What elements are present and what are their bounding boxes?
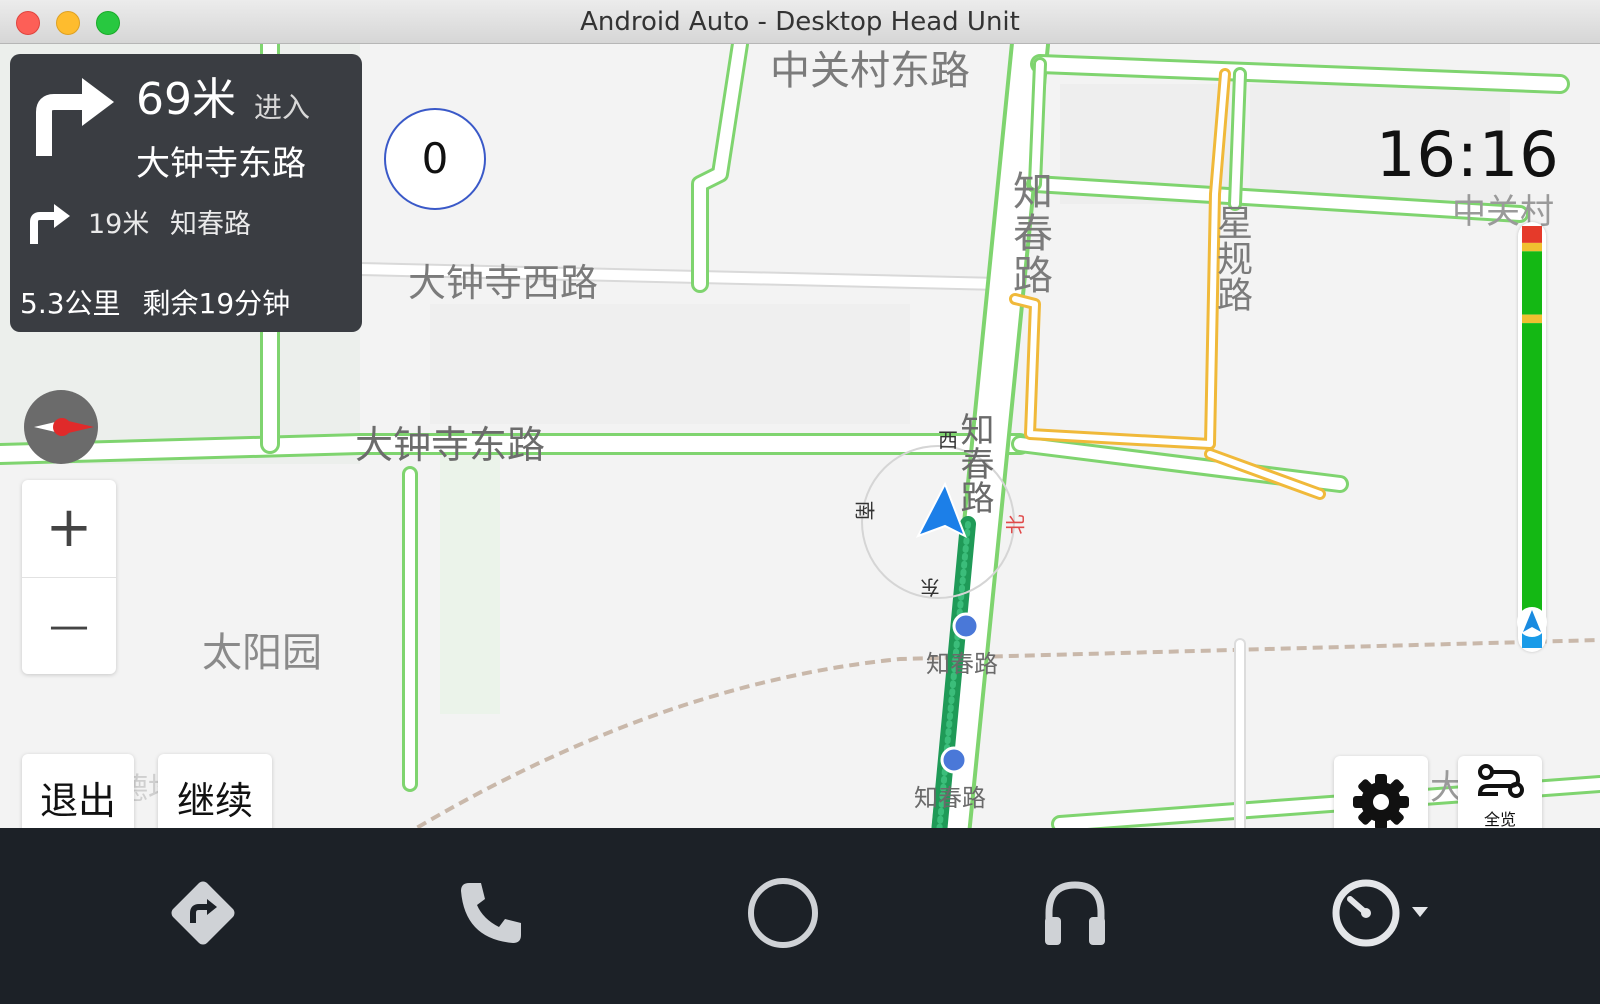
traffic-segment-green — [1522, 323, 1542, 627]
map-label-stop: 知春路 — [914, 784, 986, 812]
dashboard-button[interactable] — [1316, 858, 1456, 968]
turn-action: 进入 — [254, 91, 311, 124]
turn-distance: 69米 — [136, 74, 236, 125]
turn-instruction-card[interactable]: 69米 进入 大钟寺东路 19米 知春路 5.3公里 剩余19分钟 — [10, 54, 362, 332]
speed-indicator: 0 — [384, 108, 486, 210]
traffic-segment-yellow — [1522, 242, 1542, 252]
home-icon — [748, 878, 818, 948]
trip-summary: 5.3公里 剩余19分钟 — [20, 282, 312, 322]
overview-button[interactable]: 全览 — [1458, 756, 1542, 838]
compass-north-label: 北 — [1003, 514, 1028, 535]
next-turn-right-icon — [30, 204, 70, 244]
navigation-icon — [171, 881, 235, 945]
next-turn-road-name: 知春路 — [170, 209, 251, 240]
map-label-road: 中关村东路 — [770, 48, 970, 94]
home-button[interactable] — [728, 858, 838, 968]
remaining-distance: 5.3公里 — [20, 287, 121, 320]
overview-label: 全览 — [1483, 810, 1516, 829]
zoom-control: + — — [22, 480, 116, 674]
traffic-segment-green — [1522, 251, 1542, 315]
map-label-area: 太阳园 — [202, 630, 322, 676]
current-position-icon — [1517, 607, 1547, 637]
map-label-road: 大钟寺东路 — [355, 423, 546, 467]
next-turn-distance: 19米 — [88, 209, 150, 240]
title-bar: Android Auto - Desktop Head Unit — [0, 0, 1600, 44]
compass-east-label: 东 — [920, 575, 940, 599]
map-label-stop: 知春路 — [926, 650, 998, 678]
compass-button[interactable] — [24, 390, 98, 464]
map-label-road: 大钟寺西路 — [408, 261, 599, 305]
app-window: Android Auto - Desktop Head Unit 中关村东路 知… — [0, 0, 1600, 1004]
turn-road-name: 大钟寺东路 — [136, 144, 306, 184]
map-label-road: 知春路 — [1006, 170, 1052, 296]
compass-south-label: 南 — [852, 500, 877, 521]
headphones-icon — [1045, 881, 1105, 945]
dashboard-icon — [1332, 879, 1428, 947]
phone-button[interactable] — [436, 858, 546, 968]
traffic-segment-yellow — [1522, 314, 1542, 323]
map-view[interactable]: 中关村东路 知春路 星规路 大钟寺西路 大钟寺东路 太阳园 知春路 知春路 知春… — [0, 44, 1600, 844]
route-traffic-bar — [1518, 222, 1546, 652]
zoom-in-button[interactable]: + — [22, 480, 116, 576]
bottom-dock — [0, 828, 1600, 1004]
clock: 16:16 — [1376, 118, 1560, 191]
turn-right-icon — [36, 78, 114, 156]
phone-icon — [461, 883, 521, 943]
compass-icon — [34, 418, 94, 436]
compass-west-label: 西 — [938, 428, 958, 452]
media-button[interactable] — [1020, 858, 1130, 968]
traffic-segment-red — [1522, 226, 1542, 243]
remaining-time: 剩余19分钟 — [142, 287, 291, 320]
route-overview-icon — [1477, 764, 1524, 798]
map-label-road: 星规路 — [1211, 204, 1252, 312]
navigation-button[interactable] — [148, 858, 258, 968]
window-title: Android Auto - Desktop Head Unit — [580, 7, 1020, 37]
traffic-bar-segments — [1522, 226, 1542, 648]
zoom-out-button[interactable]: — — [22, 578, 116, 674]
